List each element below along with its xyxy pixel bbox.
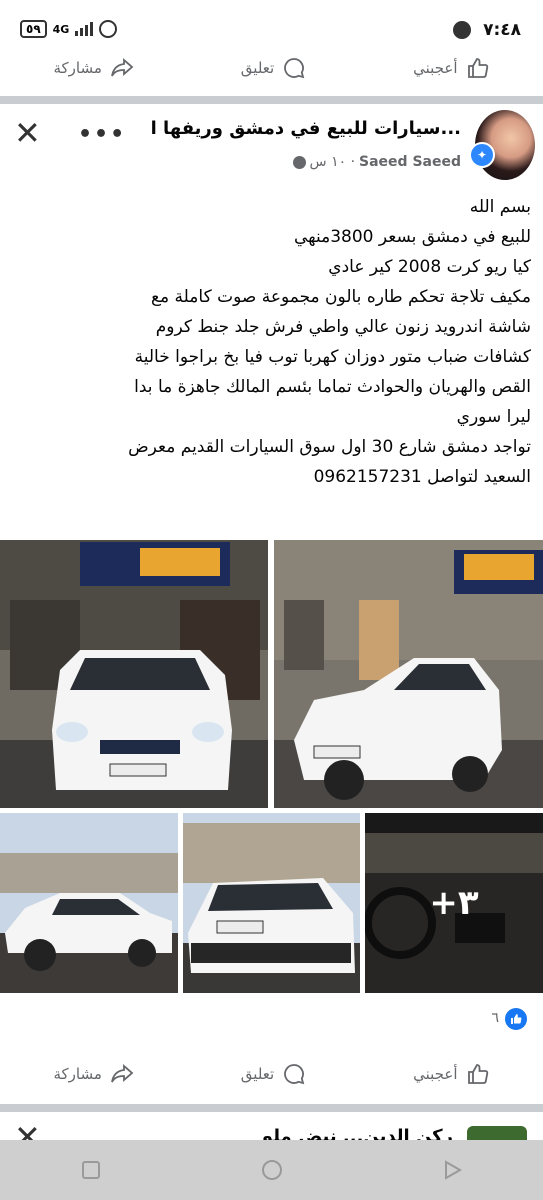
post-text-line: كيا ريو كرت 2008 كير عادي <box>328 257 531 277</box>
more-options-button[interactable]: ••• <box>78 122 126 147</box>
post-header: ✦ سيارات للبيع في دمشق وريفها ا... Saeed… <box>0 104 543 184</box>
status-indicators: ٥٩ 4G <box>20 20 118 38</box>
car-side-street-photo <box>0 813 178 993</box>
share-icon <box>110 1064 134 1083</box>
post-text-line: ليرا سوري <box>456 407 531 427</box>
author-name[interactable]: Saeed Saeed <box>359 154 461 170</box>
like-label: أعجبني <box>413 1065 458 1083</box>
photo-4[interactable] <box>183 813 360 993</box>
battery-icon: ٥٩ <box>20 20 47 38</box>
reactions-summary[interactable]: ٦ <box>0 1008 543 1038</box>
messenger-notification-icon <box>453 21 471 39</box>
post-time: ١٠ س · <box>309 154 356 170</box>
car-side-photo <box>274 540 543 808</box>
globe-icon <box>292 155 306 169</box>
share-label: مشاركة <box>53 59 102 77</box>
signal-icon <box>75 22 94 36</box>
post-text-line: مكيف تلاجة تحكم طاره بالون مجموعة صوت كا… <box>151 287 531 307</box>
comment-button[interactable]: تعليق <box>241 56 306 80</box>
comment-icon <box>284 1064 305 1085</box>
like-button[interactable]: أعجبني <box>413 1062 489 1086</box>
photo-2[interactable] <box>274 540 543 808</box>
comment-label: تعليق <box>240 59 275 77</box>
post-text-line: شاشة اندرويد زنون عالي واطي فرش جلد جنط … <box>155 317 531 337</box>
reaction-count: ٦ <box>491 1010 499 1026</box>
post-text-line: بسم الله <box>469 197 531 217</box>
like-label: أعجبني <box>413 59 458 77</box>
photo-1[interactable] <box>0 540 268 808</box>
previous-post-actions: أعجبني تعليق مشاركة <box>0 46 543 90</box>
recents-icon[interactable] <box>79 1158 103 1182</box>
thumbs-up-icon <box>467 1064 488 1084</box>
status-bar: ٥٩ 4G ٧:٤٨ <box>0 0 543 40</box>
share-button[interactable]: مشاركة <box>53 56 134 80</box>
alarm-icon <box>99 20 118 38</box>
photo-3[interactable] <box>0 813 178 993</box>
hide-post-button[interactable]: ✕ <box>14 114 41 152</box>
group-title[interactable]: سيارات للبيع في دمشق وريفها ا... <box>131 118 461 139</box>
post-separator <box>0 1104 543 1112</box>
post-text-line: القص والهريان والحوادث تماما بئسم المالك… <box>134 377 531 397</box>
home-icon[interactable] <box>260 1158 284 1182</box>
share-icon <box>110 58 134 77</box>
comment-icon <box>284 58 305 79</box>
system-nav-bar <box>0 1140 543 1200</box>
post-text-line: للبيع في دمشق بسعر 3800منهي <box>293 227 531 247</box>
share-label: مشاركة <box>53 1065 102 1083</box>
post-meta: Saeed Saeed ١٠ س · <box>292 154 461 170</box>
comment-label: تعليق <box>240 1065 275 1083</box>
more-photos-overlay[interactable]: +٣ <box>365 813 543 993</box>
car-rear-photo <box>183 813 360 993</box>
post-actions: أعجبني تعليق مشاركة <box>0 1052 543 1096</box>
post-text-line: كشافات ضباب متور دوزان كهربا توب فيا بخ … <box>134 347 531 367</box>
comment-button[interactable]: تعليق <box>241 1062 306 1086</box>
photo-5[interactable]: +٣ <box>365 813 543 993</box>
like-reaction-icon <box>505 1008 527 1030</box>
back-icon[interactable] <box>441 1158 465 1182</box>
car-front-photo <box>0 540 268 808</box>
share-button[interactable]: مشاركة <box>53 1062 134 1086</box>
network-type: 4G <box>52 22 70 36</box>
status-time: ٧:٤٨ <box>483 20 521 40</box>
like-button[interactable]: أعجبني <box>413 56 489 80</box>
messenger-icon: ✦ <box>469 142 495 168</box>
thumbs-up-icon <box>467 58 488 78</box>
post-text-line: تواجد دمشق شارع 30 اول سوق السيارات القد… <box>128 437 531 457</box>
post-text: بسم الله للبيع في دمشق بسعر 3800منهي كيا ر… <box>11 192 531 492</box>
post-separator <box>0 96 543 104</box>
post-text-line: السعيد لتواصل 0962157231 <box>313 467 531 487</box>
